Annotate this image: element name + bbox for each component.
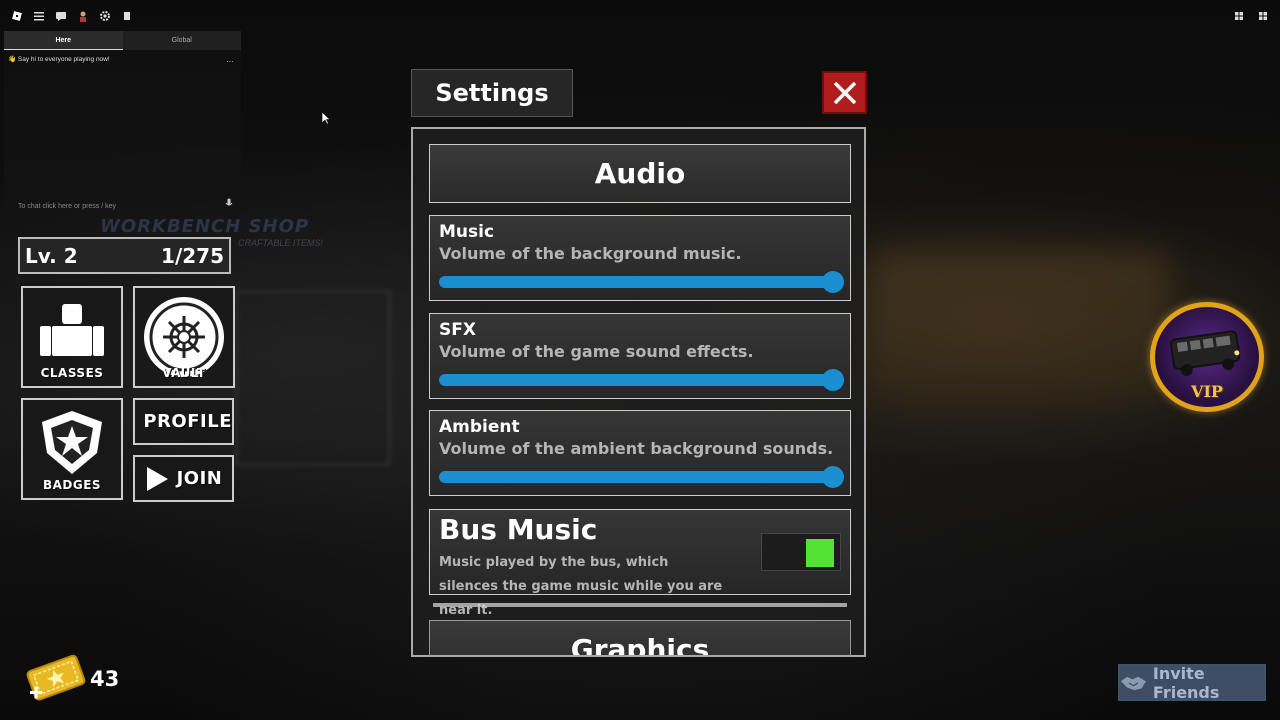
audio-section-header: Audio (429, 144, 851, 203)
top-right-bar (1230, 7, 1272, 25)
close-icon (833, 81, 856, 104)
ticket-button[interactable] (22, 653, 88, 703)
section-divider (433, 603, 847, 607)
badges-label: BADGES (42, 478, 102, 492)
ambient-desc: Volume of the ambient background sounds. (439, 439, 834, 458)
sfx-slider[interactable] (439, 369, 844, 391)
play-icon (146, 466, 168, 491)
ambient-setting: Ambient Volume of the ambient background… (429, 410, 851, 496)
vip-label: VIP (1191, 382, 1223, 401)
top-bar (8, 7, 136, 25)
backpack-icon[interactable] (1230, 7, 1248, 25)
xp-label: 1/275 (161, 243, 224, 268)
vip-bus-icon (1170, 330, 1241, 376)
chat-tab-here[interactable]: Here (4, 31, 123, 50)
more-icon[interactable] (1254, 7, 1272, 25)
music-desc: Volume of the background music. (439, 244, 742, 263)
invite-friends-button[interactable]: Invite Friends (1118, 663, 1266, 702)
bus-music-label: Bus Music (439, 513, 598, 546)
chat-window: Here Global 👋 Say hi to everyone playing… (4, 31, 241, 215)
chat-options-icon[interactable]: … (226, 55, 234, 64)
classes-button[interactable]: CLASSES (21, 286, 123, 388)
ambient-slider[interactable] (439, 466, 844, 488)
profile-button[interactable]: PROFILE (133, 398, 234, 445)
ticket-count: 43 (90, 667, 120, 691)
ambient-label: Ambient (439, 417, 520, 437)
badge-shield-icon (42, 411, 102, 474)
avatar-icon[interactable] (74, 7, 92, 25)
vip-button[interactable]: VIP (1150, 302, 1264, 412)
settings-title: Settings (411, 69, 573, 117)
music-label: Music (439, 222, 495, 242)
bus-music-toggle[interactable] (761, 533, 841, 571)
chat-tab-global[interactable]: Global (122, 31, 241, 50)
background-bus (870, 250, 1170, 400)
badges-button[interactable]: BADGES (21, 398, 123, 500)
handshake-icon (1120, 676, 1147, 690)
join-button[interactable]: JOIN (133, 455, 234, 502)
microphone-icon[interactable] (225, 198, 233, 210)
music-setting: Music Volume of the background music. (429, 215, 851, 301)
vault-button[interactable]: VAULT (133, 286, 235, 388)
toggle-knob (806, 539, 834, 567)
join-label: JOIN (176, 468, 223, 489)
chat-message: 👋 Say hi to everyone playing now! (8, 56, 110, 63)
bus-music-desc: Music played by the bus, which silences … (439, 555, 723, 618)
background-shop (235, 290, 391, 466)
roblox-character-icon (40, 304, 104, 356)
roblox-logo-icon[interactable] (8, 7, 26, 25)
graphics-section-header: Graphics (429, 620, 851, 655)
ticket-icon (26, 654, 86, 701)
background-shop-sub: CRAFTABLE ITEMS! (238, 238, 323, 248)
invite-friends-label: Invite Friends (1152, 663, 1220, 702)
sfx-desc: Volume of the game sound effects. (439, 342, 754, 361)
gear-icon[interactable] (96, 7, 114, 25)
sfx-setting: SFX Volume of the game sound effects. (429, 313, 851, 399)
chat-icon[interactable] (52, 7, 70, 25)
menu-icon[interactable] (30, 7, 48, 25)
settings-panel[interactable]: Audio Music Volume of the background mus… (411, 127, 866, 657)
chat-input[interactable]: To chat click here or press / key (18, 203, 228, 210)
close-button[interactable] (822, 71, 867, 114)
ambient-slider-handle[interactable] (822, 466, 844, 488)
level-label: Lv. 2 (25, 243, 78, 268)
sfx-slider-handle[interactable] (822, 369, 844, 391)
music-slider-handle[interactable] (822, 271, 844, 293)
level-bar: Lv. 2 1/275 (18, 237, 231, 274)
bus-music-setting: Bus Music Music played by the bus, which… (429, 509, 851, 618)
background-shop-sign: WORKBENCH SHOP (100, 216, 310, 237)
sfx-label: SFX (439, 320, 476, 340)
chat-tabs: Here Global (4, 31, 241, 50)
vault-label: VAULT (162, 366, 206, 380)
music-slider[interactable] (439, 271, 844, 293)
classes-label: CLASSES (40, 366, 104, 380)
profile-label: PROFILE (143, 411, 232, 432)
leaderboard-icon[interactable] (118, 7, 136, 25)
